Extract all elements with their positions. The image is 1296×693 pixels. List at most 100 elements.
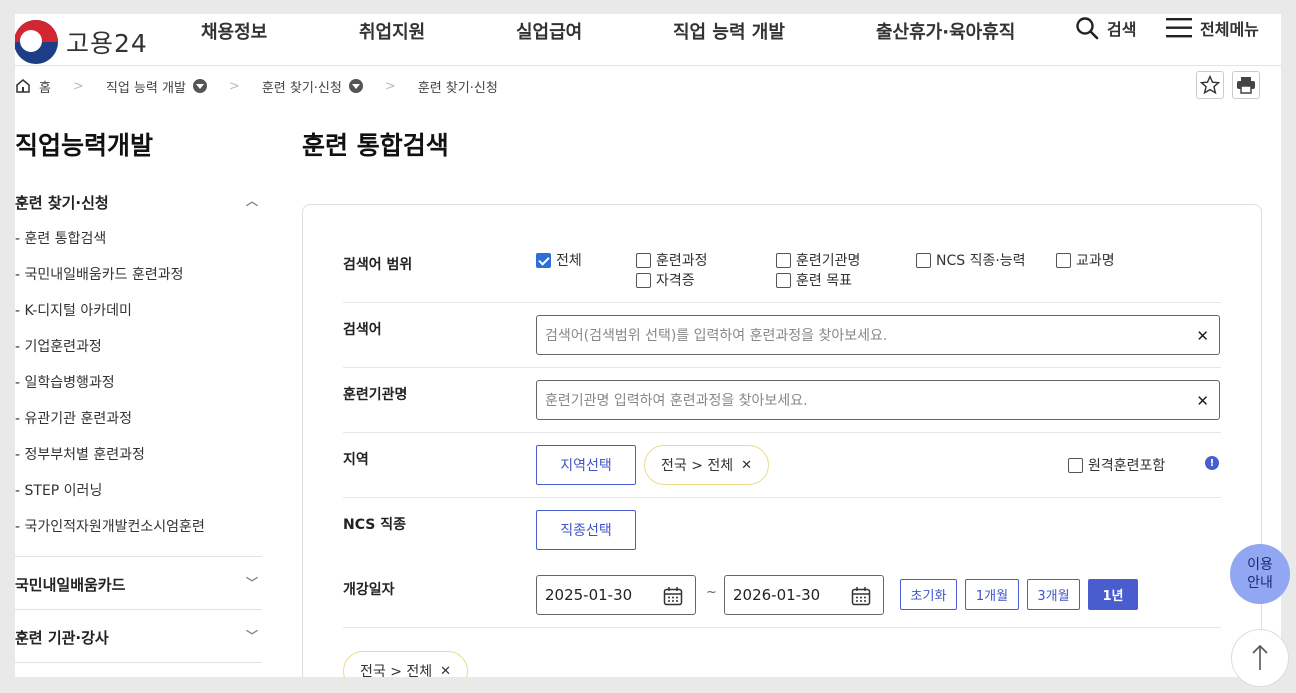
sidebar-section-label: 국민내일배움카드	[15, 576, 126, 594]
sidebar-divider	[15, 609, 262, 610]
printer-icon	[1237, 77, 1255, 94]
scroll-top-button[interactable]	[1231, 629, 1289, 687]
region-chip-label: 전국 > 전체	[661, 458, 734, 474]
bookmark-button[interactable]	[1196, 71, 1224, 99]
page-title: 훈련 통합검색	[302, 131, 449, 160]
sidebar-item-work-study[interactable]: - 일학습병행과정	[15, 372, 115, 392]
start-date-input[interactable]: 2025-01-30	[536, 575, 696, 615]
institution-input[interactable]: 훈련기관명 입력하여 훈련과정을 찾아보세요. ✕	[536, 380, 1220, 420]
date-3month-button[interactable]: 3개월	[1027, 579, 1080, 610]
nav-item-vocational-development[interactable]: 직업 능력 개발	[673, 18, 785, 44]
end-date-input[interactable]: 2026-01-30	[724, 575, 884, 615]
sidebar-item-naeil-card[interactable]: - 국민내일배움카드 훈련과정	[15, 264, 184, 284]
scope-checkbox-course[interactable]: 훈련과정	[636, 250, 708, 270]
hamburger-menu-icon	[1166, 18, 1192, 38]
usage-guide-line1: 이용	[1247, 557, 1273, 573]
row-divider	[343, 497, 1221, 498]
remote-training-label: 원격훈련포함	[1088, 458, 1166, 474]
end-date-value: 2026-01-30	[733, 586, 821, 604]
dropdown-icon[interactable]	[192, 79, 207, 93]
sidebar-item-integrated-search[interactable]: - 훈련 통합검색	[15, 228, 106, 248]
close-icon[interactable]: ✕	[741, 458, 752, 473]
breadcrumb-home[interactable]: 홈	[15, 77, 51, 96]
chevron-up-icon: ︿	[245, 194, 258, 208]
date-1year-button[interactable]: 1년	[1088, 579, 1138, 610]
close-icon[interactable]: ✕	[440, 664, 451, 678]
scope-checkbox-institution[interactable]: 훈련기관명	[776, 250, 860, 270]
sidebar-section-naeil-card[interactable]: 국민내일배움카드 ﹀	[15, 574, 262, 595]
calendar-icon[interactable]	[663, 586, 683, 606]
sidebar-divider	[15, 556, 262, 557]
sidebar-item-government-ministries[interactable]: - 정부부처별 훈련과정	[15, 444, 145, 464]
region-chip[interactable]: 전국 > 전체 ✕	[644, 445, 770, 485]
keyword-input[interactable]: 검색어(검색범위 선택)를 입력하여 훈련과정을 찾아보세요. ✕	[536, 315, 1220, 355]
scope-label: 검색어 범위	[343, 257, 413, 273]
clear-icon[interactable]: ✕	[1196, 327, 1209, 345]
search-form-panel: 검색어 범위 전체 훈련과정 훈련기관명 NCS 직종·능력 교과명 자격증 훈…	[302, 204, 1262, 677]
info-icon[interactable]: !	[1205, 456, 1219, 470]
row-divider	[343, 627, 1221, 628]
checkbox-icon	[776, 272, 791, 288]
usage-guide-button[interactable]: 이용 안내	[1230, 544, 1290, 604]
sidebar-section-label: 훈련 기관·강사	[15, 629, 109, 647]
breadcrumb-level1[interactable]: 직업 능력 개발	[106, 77, 207, 96]
print-button[interactable]	[1232, 71, 1260, 99]
checkbox-icon	[916, 252, 931, 268]
date-1month-button[interactable]: 1개월	[965, 579, 1019, 610]
breadcrumb-level2-label: 훈련 찾기·신청	[261, 80, 342, 96]
row-divider	[343, 302, 1221, 303]
region-label: 지역	[343, 452, 369, 468]
ncs-select-button[interactable]: 직종선택	[536, 510, 636, 550]
scope-checkbox-subject[interactable]: 교과명	[1056, 250, 1115, 270]
sidebar-divider	[15, 662, 262, 663]
ncs-label: NCS 직종	[343, 517, 406, 533]
nav-item-employment-support[interactable]: 취업지원	[359, 18, 425, 44]
row-divider	[343, 367, 1221, 368]
scope-checkbox-all[interactable]: 전체	[536, 250, 582, 270]
breadcrumb-current: 훈련 찾기·신청	[418, 77, 498, 96]
scope-checkbox-certificate[interactable]: 자격증	[636, 270, 695, 290]
checkbox-checked-icon	[536, 252, 551, 268]
sidebar-item-consortium[interactable]: - 국가인적자원개발컨소시엄훈련	[15, 516, 205, 536]
chevron-down-icon: ﹀	[245, 576, 258, 590]
region-select-button[interactable]: 지역선택	[536, 445, 636, 485]
remote-training-checkbox[interactable]: 원격훈련포함	[1068, 455, 1165, 475]
checkbox-icon	[1068, 457, 1083, 473]
usage-guide-line2: 안내	[1247, 575, 1273, 591]
logo[interactable]: 고용24	[15, 20, 148, 64]
all-menu-button[interactable]: 전체메뉴	[1166, 16, 1259, 40]
sidebar-item-related-agencies[interactable]: - 유관기관 훈련과정	[15, 408, 132, 428]
scope-option-label: 훈련과정	[656, 253, 708, 269]
breadcrumb-home-label: 홈	[39, 80, 51, 96]
checkbox-icon	[636, 252, 651, 268]
sidebar-item-k-digital[interactable]: - K-디지털 아카데미	[15, 300, 132, 320]
scope-option-label: 훈련 목표	[796, 273, 852, 289]
sidebar-item-company-training[interactable]: - 기업훈련과정	[15, 336, 102, 356]
scope-option-label: 훈련기관명	[796, 253, 861, 269]
scope-checkbox-ncs[interactable]: NCS 직종·능력	[916, 250, 1026, 270]
scope-checkbox-goal[interactable]: 훈련 목표	[776, 270, 852, 290]
nav-item-jobs[interactable]: 채용정보	[201, 18, 267, 44]
scope-option-label: 전체	[556, 253, 582, 269]
date-label: 개강일자	[343, 582, 395, 598]
clear-icon[interactable]: ✕	[1196, 392, 1209, 410]
sidebar-section-training-search[interactable]: 훈련 찾기·신청 ︿	[15, 192, 262, 213]
chevron-down-icon: ﹀	[245, 629, 258, 643]
search-label: 검색	[1107, 20, 1137, 39]
breadcrumb-level2[interactable]: 훈련 찾기·신청	[262, 77, 363, 96]
breadcrumb: 홈 > 직업 능력 개발 > 훈련 찾기·신청 > 훈련 찾기·신청	[15, 76, 498, 96]
sidebar-item-step-elearning[interactable]: - STEP 이러닝	[15, 480, 102, 500]
calendar-icon[interactable]	[851, 586, 871, 606]
breadcrumb-level3-label: 훈련 찾기·신청	[417, 80, 498, 96]
start-date-value: 2025-01-30	[545, 586, 633, 604]
nav-item-parental-leave[interactable]: 출산휴가·육아휴직	[876, 18, 1015, 44]
page: 고용24 채용정보 취업지원 실업급여 직업 능력 개발 출산휴가·육아휴직 검…	[15, 14, 1281, 677]
selected-filter-chip[interactable]: 전국 > 전체 ✕	[343, 651, 469, 678]
search-button[interactable]: 검색	[1075, 16, 1136, 40]
breadcrumb-level1-label: 직업 능력 개발	[105, 80, 186, 96]
sidebar-section-institutions[interactable]: 훈련 기관·강사 ﹀	[15, 627, 262, 648]
nav-item-unemployment-benefit[interactable]: 실업급여	[516, 18, 582, 44]
dropdown-icon[interactable]	[348, 79, 363, 93]
date-reset-button[interactable]: 초기화	[900, 579, 957, 610]
home-icon	[16, 79, 30, 93]
